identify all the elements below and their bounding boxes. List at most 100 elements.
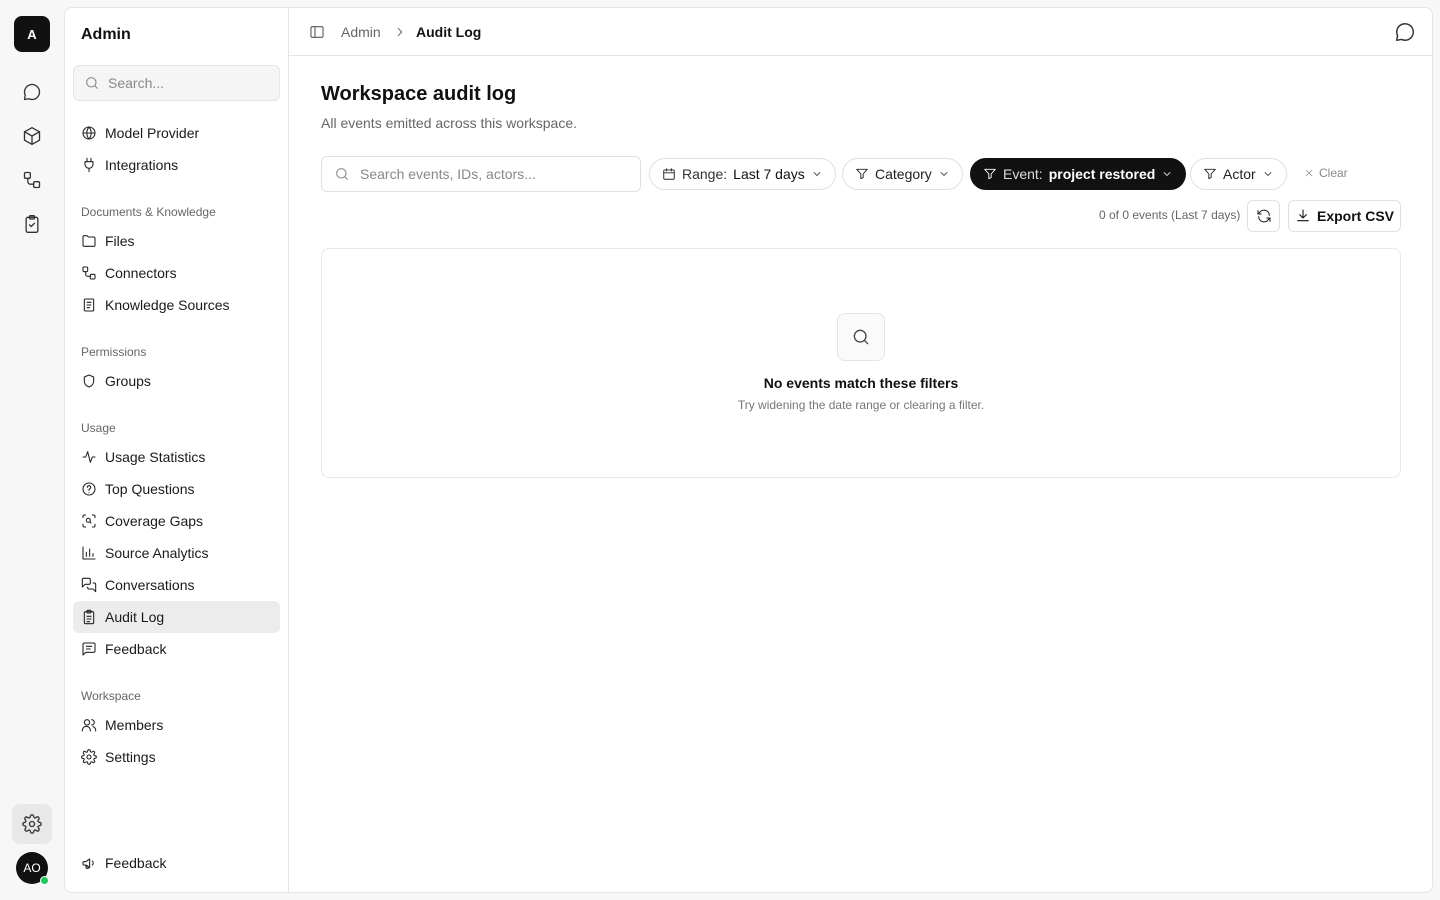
section-title-permissions: Permissions	[81, 345, 147, 359]
results-count: 0 of 0 events (Last 7 days)	[1099, 208, 1241, 222]
chevron-down-icon	[811, 168, 823, 180]
section-title-documents: Documents & Knowledge	[81, 205, 216, 219]
sidebar-item-conversations[interactable]: Conversations	[73, 569, 280, 601]
sidebar-item-source-analytics[interactable]: Source Analytics	[73, 537, 280, 569]
sidebar-item-label: Groups	[105, 373, 151, 389]
empty-state-title: No events match these filters	[763, 375, 959, 391]
clipboard-rail-button[interactable]	[12, 204, 52, 244]
results-panel: No events match these filters Try wideni…	[321, 248, 1401, 478]
sidebar-item-usage-statistics[interactable]: Usage Statistics	[73, 441, 280, 473]
range-filter-label: Range:	[682, 166, 728, 182]
section-title-workspace: Workspace	[81, 689, 141, 703]
workflow-rail-button[interactable]	[12, 160, 52, 200]
book-icon	[81, 297, 97, 313]
sidebar-item-settings[interactable]: Settings	[73, 741, 280, 773]
plug-icon	[81, 157, 97, 173]
chat-rail-button[interactable]	[12, 72, 52, 112]
activity-icon	[81, 449, 97, 465]
main-content: Workspace audit log All events emitted a…	[289, 56, 1432, 892]
sidebar-item-feedback[interactable]: Feedback	[73, 633, 280, 665]
chevron-right-icon	[393, 25, 407, 39]
actor-filter-label: Actor	[1223, 166, 1256, 182]
filter-icon	[855, 167, 869, 181]
breadcrumb-parent[interactable]: Admin	[341, 24, 381, 40]
sidebar-item-label: Audit Log	[105, 609, 165, 625]
category-filter-label: Category	[875, 166, 932, 182]
event-filter-label: Event:	[1003, 166, 1043, 182]
sidebar-item-label: Members	[105, 717, 164, 733]
close-icon	[1304, 168, 1314, 178]
event-filter-button[interactable]: Event: project restored	[970, 158, 1187, 190]
sidebar-item-label: Integrations	[105, 157, 179, 173]
clipboard-check-icon	[22, 214, 42, 234]
sidebar-footer-label: Feedback	[105, 855, 167, 871]
admin-sidebar: Admin Search... Model Provider Integrati…	[65, 8, 289, 892]
sidebar-item-label: Connectors	[105, 265, 177, 281]
actor-filter-button[interactable]: Actor	[1190, 158, 1287, 190]
clear-filters-button[interactable]: Clear	[1304, 166, 1348, 180]
folder-icon	[81, 233, 97, 249]
sidebar-item-model-provider[interactable]: Model Provider	[73, 117, 280, 149]
gear-icon	[81, 749, 97, 765]
event-filter-value: project restored	[1048, 166, 1156, 182]
chat-icon	[22, 82, 42, 102]
messages-icon	[81, 577, 97, 593]
sidebar-item-label: Settings	[105, 749, 156, 765]
sidebar-item-label: Source Analytics	[105, 545, 209, 561]
app-rail: A AO	[0, 0, 64, 900]
sidebar-item-files[interactable]: Files	[73, 225, 280, 257]
event-search-input[interactable]: Search events, IDs, actors...	[321, 156, 641, 192]
chevron-down-icon	[1161, 168, 1173, 180]
sidebar-search-input[interactable]: Search...	[73, 65, 280, 101]
sidebar-item-members[interactable]: Members	[73, 709, 280, 741]
sidebar-item-label: Files	[105, 233, 135, 249]
refresh-button[interactable]	[1247, 200, 1280, 232]
sidebar-footer-feedback[interactable]: Feedback	[73, 847, 280, 879]
app-panel: Admin Search... Model Provider Integrati…	[64, 7, 1433, 893]
filter-icon	[1203, 167, 1217, 181]
page-subtitle: All events emitted across this workspace…	[321, 115, 577, 131]
clipboard-list-icon	[81, 609, 97, 625]
sidebar-item-label: Usage Statistics	[105, 449, 206, 465]
question-circle-icon	[81, 481, 97, 497]
sidebar-item-label: Model Provider	[105, 125, 200, 141]
globe-icon	[81, 125, 97, 141]
cube-rail-button[interactable]	[12, 116, 52, 156]
users-icon	[81, 717, 97, 733]
sidebar-item-top-questions[interactable]: Top Questions	[73, 473, 280, 505]
breadcrumb-current: Audit Log	[416, 24, 482, 40]
gear-icon	[22, 814, 42, 834]
sidebar-item-audit-log[interactable]: Audit Log	[73, 601, 280, 633]
settings-rail-button[interactable]	[12, 804, 52, 844]
sidebar-item-label: Coverage Gaps	[105, 513, 204, 529]
sidebar-search-placeholder: Search...	[108, 75, 165, 91]
chevron-down-icon	[938, 168, 950, 180]
bar-chart-icon	[81, 545, 97, 561]
sidebar-item-groups[interactable]: Groups	[73, 365, 280, 397]
scan-search-icon	[81, 513, 97, 529]
category-filter-button[interactable]: Category	[842, 158, 963, 190]
filter-icon	[983, 167, 997, 181]
chat-bubble-icon[interactable]	[1394, 21, 1416, 43]
workspace-logo[interactable]: A	[14, 16, 50, 52]
search-icon	[334, 166, 350, 182]
workflow-icon	[22, 170, 42, 190]
sidebar-title: Admin	[81, 26, 131, 43]
message-square-text-icon	[81, 641, 97, 657]
sidebar-toggle-icon[interactable]	[309, 24, 325, 40]
range-filter-button[interactable]: Range: Last 7 days	[649, 158, 836, 190]
shield-icon	[81, 373, 97, 389]
megaphone-icon	[81, 855, 97, 871]
clear-filters-label: Clear	[1319, 166, 1348, 180]
chevron-down-icon	[1262, 168, 1274, 180]
search-icon	[84, 75, 100, 91]
sidebar-item-coverage-gaps[interactable]: Coverage Gaps	[73, 505, 280, 537]
page-title: Workspace audit log	[321, 83, 517, 105]
sidebar-item-knowledge-sources[interactable]: Knowledge Sources	[73, 289, 280, 321]
online-status-dot	[40, 876, 49, 885]
empty-state-icon-box	[837, 313, 885, 361]
sidebar-item-connectors[interactable]: Connectors	[73, 257, 280, 289]
export-csv-button[interactable]: Export CSV	[1288, 200, 1401, 232]
sidebar-item-integrations[interactable]: Integrations	[73, 149, 280, 181]
sidebar-item-label: Feedback	[105, 641, 167, 657]
